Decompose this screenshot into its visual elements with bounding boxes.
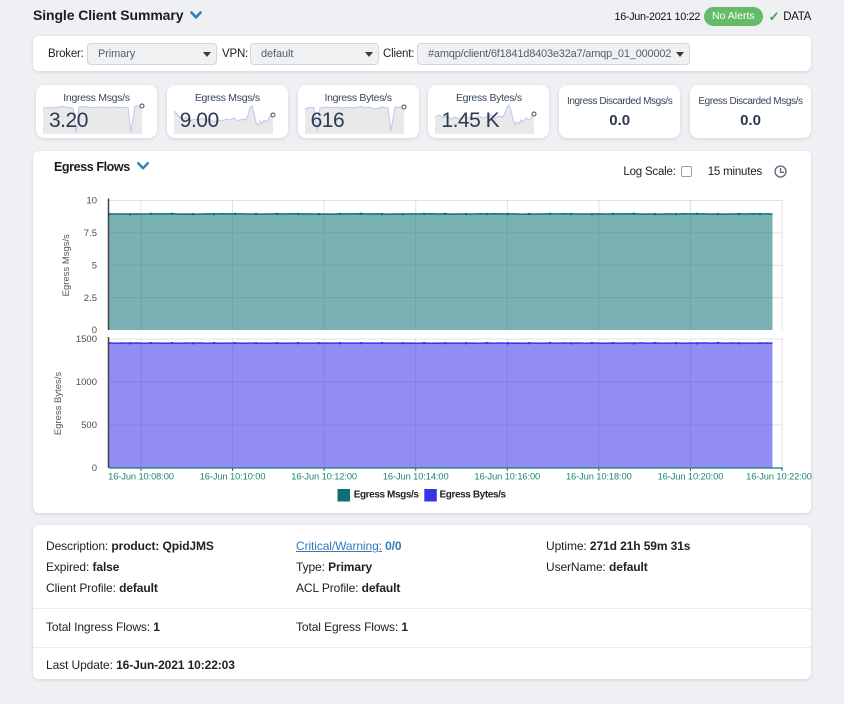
svg-text:0: 0 <box>92 463 97 474</box>
svg-text:16-Jun 10:22:00: 16-Jun 10:22:00 <box>746 472 812 482</box>
svg-text:Egress Bytes/s: Egress Bytes/s <box>53 372 64 436</box>
svg-text:Egress Msgs/s: Egress Msgs/s <box>61 234 72 297</box>
svg-text:10: 10 <box>86 196 97 207</box>
svg-text:1500: 1500 <box>76 334 97 345</box>
svg-text:7.5: 7.5 <box>84 228 97 239</box>
svg-text:16-Jun 10:20:00: 16-Jun 10:20:00 <box>658 472 724 482</box>
svg-text:2.5: 2.5 <box>84 293 97 304</box>
svg-text:16-Jun 10:16:00: 16-Jun 10:16:00 <box>474 472 540 482</box>
svg-text:1000: 1000 <box>76 377 97 388</box>
svg-text:16-Jun 10:08:00: 16-Jun 10:08:00 <box>108 472 174 482</box>
svg-text:16-Jun 10:12:00: 16-Jun 10:12:00 <box>291 472 357 482</box>
svg-text:Egress Bytes/s: Egress Bytes/s <box>440 490 507 501</box>
svg-text:16-Jun 10:18:00: 16-Jun 10:18:00 <box>566 472 632 482</box>
svg-text:500: 500 <box>81 420 97 431</box>
svg-text:5: 5 <box>92 260 97 271</box>
svg-text:16-Jun 10:14:00: 16-Jun 10:14:00 <box>383 472 449 482</box>
svg-text:Egress Msgs/s: Egress Msgs/s <box>354 490 420 501</box>
svg-text:16-Jun 10:10:00: 16-Jun 10:10:00 <box>200 472 266 482</box>
